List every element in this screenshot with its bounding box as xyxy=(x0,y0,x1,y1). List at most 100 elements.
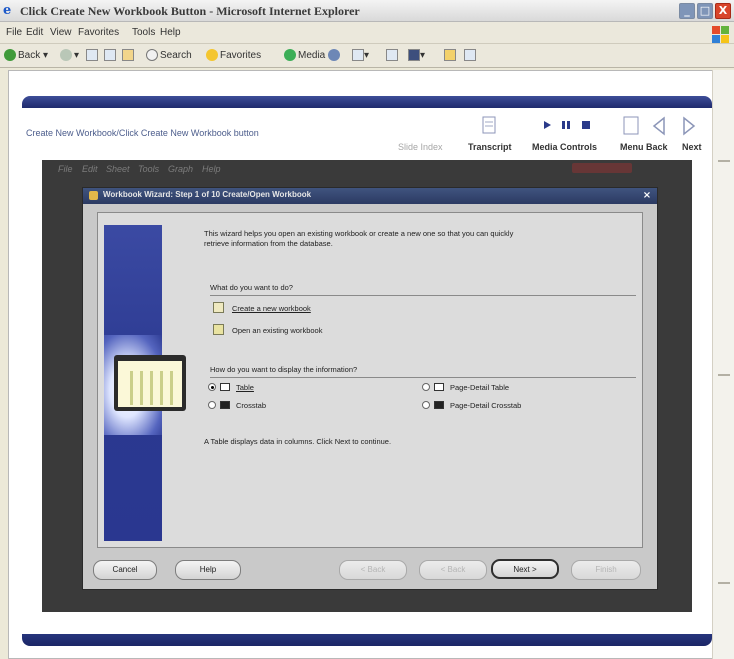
app-status-indicator xyxy=(572,163,632,173)
page-detail-crosstab-icon xyxy=(434,401,444,409)
cancel-button[interactable]: Cancel xyxy=(93,560,157,580)
transcript-label[interactable]: Transcript xyxy=(468,142,512,152)
icon-stroke xyxy=(160,371,163,405)
stop-icon xyxy=(86,49,98,62)
divider xyxy=(210,295,636,296)
next-button[interactable]: Next > xyxy=(491,559,559,579)
table-wizard-icon xyxy=(114,355,186,411)
table-label[interactable]: Table xyxy=(236,383,254,392)
page-detail-table-radio[interactable] xyxy=(422,383,430,391)
page-detail-crosstab-radio[interactable] xyxy=(422,401,430,409)
search-icon xyxy=(146,49,158,62)
menu-help[interactable]: Help xyxy=(160,27,181,38)
favorites-button[interactable]: Favorites xyxy=(206,48,261,64)
media-controls-icon[interactable] xyxy=(542,120,598,130)
back-arrow-icon xyxy=(4,49,16,62)
ie-logo-icon: e xyxy=(3,3,12,18)
menu-tools[interactable]: Tools xyxy=(132,27,155,38)
home-button[interactable] xyxy=(122,48,134,64)
maximize-button[interactable]: □ xyxy=(697,3,713,19)
page-detail-crosstab-label[interactable]: Page-Detail Crosstab xyxy=(450,401,521,410)
edit-icon xyxy=(408,49,420,62)
app-menu-tools[interactable]: Tools xyxy=(138,164,159,174)
previous-button[interactable]: < Back xyxy=(339,560,407,580)
media-icon xyxy=(284,49,296,62)
close-button[interactable]: X xyxy=(715,3,731,19)
back-button[interactable]: Back ▾ xyxy=(4,48,48,64)
app-menu-help[interactable]: Help xyxy=(202,164,221,174)
question-what-to-do: What do you want to do? xyxy=(210,283,293,292)
help-button[interactable]: Help xyxy=(175,560,241,580)
media-button[interactable]: Media xyxy=(284,48,325,64)
ie-title-bar: e Click Create New Workbook Button - Mic… xyxy=(0,0,734,22)
create-new-workbook-option[interactable]: Create a new workbook xyxy=(232,304,311,313)
forward-arrow-icon xyxy=(60,49,72,62)
app-menu-edit[interactable]: Edit xyxy=(82,164,98,174)
scroll-mark xyxy=(718,160,730,162)
history-button[interactable] xyxy=(328,48,342,64)
folder-icon xyxy=(444,49,456,62)
menu-edit[interactable]: Edit xyxy=(26,27,43,38)
media-label: Media xyxy=(298,50,326,61)
refresh-button[interactable] xyxy=(104,48,116,64)
menu-back-label[interactable]: Menu Back xyxy=(620,142,668,152)
next-icon xyxy=(683,116,696,136)
stop-button[interactable] xyxy=(86,48,98,64)
page-icon xyxy=(464,49,476,62)
forward-button[interactable]: ▾ xyxy=(60,48,79,64)
menu-icon xyxy=(623,116,639,135)
slide-index-link[interactable]: Slide Index xyxy=(398,142,443,152)
page-detail-table-label[interactable]: Page-Detail Table xyxy=(450,383,509,392)
player-bottom-bar xyxy=(22,634,712,646)
table-icon xyxy=(220,383,230,391)
finish-button[interactable]: Finish xyxy=(571,560,641,580)
divider xyxy=(210,377,636,378)
mail-icon xyxy=(352,49,364,62)
menu-view[interactable]: View xyxy=(50,27,72,38)
scrollbar[interactable] xyxy=(712,70,734,659)
open-existing-workbook-option[interactable]: Open an existing workbook xyxy=(232,326,322,335)
search-button[interactable]: Search xyxy=(146,48,192,64)
next-label[interactable]: Next xyxy=(682,142,702,152)
minimize-button[interactable]: _ xyxy=(679,3,695,19)
home-icon xyxy=(122,49,134,62)
transcript-icon[interactable] xyxy=(482,116,496,134)
media-controls-label: Media Controls xyxy=(532,142,598,152)
crosstab-icon xyxy=(220,401,230,409)
app-menu-sheet[interactable]: Sheet xyxy=(106,164,130,174)
discuss-button[interactable] xyxy=(444,48,456,64)
edit-button[interactable]: ▾ xyxy=(408,48,425,64)
new-workbook-icon[interactable] xyxy=(213,302,224,313)
player-top-bar xyxy=(22,96,712,108)
window-title: Click Create New Workbook Button - Micro… xyxy=(20,4,360,18)
dialog-title-bar: Workbook Wizard: Step 1 of 10 Create/Ope… xyxy=(83,188,657,204)
crosstab-label[interactable]: Crosstab xyxy=(236,401,266,410)
print-button[interactable] xyxy=(386,48,398,64)
icon-stroke xyxy=(140,371,143,405)
print-icon xyxy=(386,49,398,62)
back-button-wizard[interactable]: < Back xyxy=(419,560,487,580)
messenger-button[interactable] xyxy=(464,48,476,64)
icon-stroke xyxy=(150,371,153,405)
menu-file[interactable]: File xyxy=(6,27,22,38)
player-header: Create New Workbook/Click Create New Wor… xyxy=(22,108,712,160)
app-menu-file[interactable]: File xyxy=(58,164,73,174)
mail-button[interactable]: ▾ xyxy=(352,48,369,64)
menu-favorites[interactable]: Favorites xyxy=(78,27,119,38)
intro-text-line2: retrieve information from the database. xyxy=(204,239,333,248)
scroll-mark xyxy=(718,374,730,376)
table-radio[interactable] xyxy=(208,383,216,391)
dialog-close-button[interactable]: × xyxy=(641,189,653,202)
open-workbook-icon[interactable] xyxy=(213,324,224,335)
screen: e Click Create New Workbook Button - Mic… xyxy=(0,0,734,659)
wizard-body: This wizard helps you open an existing w… xyxy=(97,212,643,548)
refresh-icon xyxy=(104,49,116,62)
breadcrumb: Create New Workbook/Click Create New Wor… xyxy=(26,128,259,138)
app-menu-graph[interactable]: Graph xyxy=(168,164,193,174)
wizard-title-icon xyxy=(89,191,98,200)
history-icon xyxy=(328,49,340,62)
ie-toolbar: Back ▾ ▾ Search Favorites Media ▾ ▾ xyxy=(0,44,734,68)
search-label: Search xyxy=(160,50,192,61)
crosstab-radio[interactable] xyxy=(208,401,216,409)
ie-menu-bar: File Edit View Favorites Tools Help xyxy=(0,22,734,44)
